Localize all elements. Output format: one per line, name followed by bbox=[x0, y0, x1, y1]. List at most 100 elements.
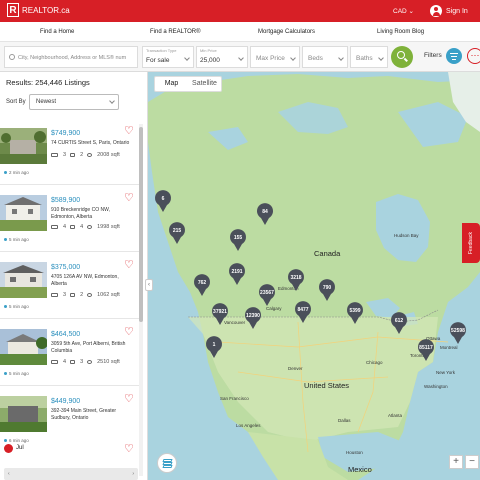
favorite-heart-icon[interactable]: ♡ bbox=[124, 442, 134, 455]
listing-time: 5 min ago bbox=[4, 237, 29, 242]
zoom-controls: + − bbox=[449, 455, 479, 469]
next-listing-peek: Jul ♡ bbox=[0, 442, 140, 456]
pagination-bar[interactable]: ‹ › bbox=[4, 468, 138, 480]
cluster-count: 790 bbox=[323, 285, 332, 291]
beds-select[interactable]: Beds bbox=[302, 46, 348, 68]
realtor-logo[interactable]: R REALTOR.ca bbox=[7, 3, 70, 17]
cluster-count: 215 bbox=[173, 228, 182, 234]
map-label-place: New York bbox=[436, 370, 456, 375]
nav-find-home[interactable]: Find a Home bbox=[40, 29, 74, 35]
listing-card[interactable]: $749,900 74 CURTIS Street S, Paris, Onta… bbox=[0, 126, 140, 195]
listing-baths: 2 bbox=[80, 152, 84, 158]
results-panel: Results: 254,446 Listings Sort By Newest… bbox=[0, 72, 148, 480]
baths-placeholder: Baths bbox=[356, 55, 373, 62]
search-bar: City, Neighbourhood, Address or MLS® num… bbox=[0, 42, 480, 72]
sort-select[interactable]: Newest bbox=[29, 94, 119, 110]
map-label-place: Los Angeles bbox=[236, 423, 261, 428]
map-label-place: Houston bbox=[346, 450, 363, 455]
map-label-place: Atlanta bbox=[388, 413, 403, 418]
favorite-heart-icon[interactable]: ♡ bbox=[124, 126, 134, 137]
tab-satellite[interactable]: Satellite bbox=[188, 77, 221, 91]
listing-price: $449,900 bbox=[51, 398, 81, 405]
max-price-placeholder: Max Price bbox=[256, 55, 285, 62]
bath-icon bbox=[70, 293, 76, 297]
bed-icon bbox=[51, 225, 58, 229]
map-label-place: Chicago bbox=[366, 360, 383, 365]
baths-select[interactable]: Baths bbox=[350, 46, 388, 68]
tab-map[interactable]: Map bbox=[155, 77, 188, 91]
layers-icon[interactable] bbox=[157, 453, 177, 473]
chevron-down-icon bbox=[338, 55, 344, 61]
listing-sqft: 1998 sqft bbox=[97, 224, 120, 230]
chevron-right-icon[interactable]: › bbox=[132, 468, 134, 480]
listing-time: 6 min ago bbox=[4, 438, 29, 443]
listing-baths: 3 bbox=[80, 359, 84, 365]
cluster-count: 52598 bbox=[451, 328, 465, 334]
listing-price: $464,500 bbox=[51, 331, 81, 338]
map-label-country: Mexico bbox=[348, 465, 372, 474]
listing-card[interactable]: $375,000 4705 126A AV NW, Edmonton, Albe… bbox=[0, 260, 140, 329]
listing-sqft: 1062 sqft bbox=[97, 292, 120, 298]
new-dot-icon bbox=[4, 171, 7, 174]
max-price-select[interactable]: Max Price bbox=[250, 46, 300, 68]
listing-address: 4705 126A AV NW, Edmonton, Alberta bbox=[51, 274, 119, 287]
cluster-count: 762 bbox=[198, 280, 207, 286]
favorite-heart-icon[interactable]: ♡ bbox=[124, 193, 134, 204]
zoom-in-button[interactable]: + bbox=[449, 455, 463, 469]
chevron-left-icon[interactable]: ‹ bbox=[8, 468, 10, 480]
search-button[interactable] bbox=[391, 46, 413, 68]
map-label-place: Denver bbox=[288, 366, 303, 371]
scrollbar-thumb[interactable] bbox=[139, 127, 143, 322]
favorite-heart-icon[interactable]: ♡ bbox=[124, 327, 134, 338]
filter-icon[interactable] bbox=[446, 48, 462, 64]
favorite-heart-icon[interactable]: ♡ bbox=[124, 394, 134, 405]
listing-price: $375,000 bbox=[51, 264, 81, 271]
chevron-down-icon bbox=[290, 55, 296, 61]
listing-address: 3059 5th Ave, Port Alberni, British Colu… bbox=[51, 341, 126, 354]
cluster-count: 1 bbox=[213, 342, 216, 348]
collapse-sidebar-button[interactable]: ‹ bbox=[145, 279, 153, 291]
min-price-select[interactable]: Min Price 25,000 bbox=[196, 46, 248, 68]
cluster-count: 37921 bbox=[213, 309, 227, 315]
min-price-value: 25,000 bbox=[200, 57, 220, 64]
bath-icon bbox=[70, 360, 76, 364]
listing-photo bbox=[0, 262, 47, 298]
area-icon bbox=[87, 360, 93, 364]
results-scrollbar[interactable] bbox=[139, 124, 143, 476]
listing-photo bbox=[0, 396, 47, 432]
new-dot-icon bbox=[4, 372, 7, 375]
listing-price: $749,900 bbox=[51, 130, 81, 137]
chevron-down-icon: ⌄ bbox=[408, 8, 414, 15]
user-icon bbox=[430, 5, 442, 17]
cluster-count: 2191 bbox=[231, 269, 242, 275]
listing-address: 74 CURTIS Street S, Paris, Ontario bbox=[51, 140, 130, 146]
map-view[interactable]: Canada United States Mexico Hudson Bay C… bbox=[148, 72, 480, 480]
nav-mortgage-calculators[interactable]: Mortgage Calculators bbox=[258, 29, 315, 35]
map-label-country: Canada bbox=[314, 249, 341, 258]
location-search-input[interactable]: City, Neighbourhood, Address or MLS® num bbox=[4, 46, 138, 68]
bed-icon bbox=[51, 293, 58, 297]
more-icon[interactable]: ⋯ bbox=[467, 48, 480, 64]
transaction-type-value: For sale bbox=[146, 57, 170, 64]
zoom-out-button[interactable]: − bbox=[465, 455, 479, 469]
listing-meta: 4 3 2510 sqft bbox=[51, 359, 120, 365]
listing-sqft: 2008 sqft bbox=[97, 152, 120, 158]
cluster-count: 155 bbox=[234, 235, 243, 241]
cluster-count: 5399 bbox=[349, 308, 360, 314]
cluster-count: 6 bbox=[162, 196, 165, 202]
nav-find-realtor[interactable]: Find a REALTOR® bbox=[150, 29, 201, 35]
new-dot-icon bbox=[4, 305, 7, 308]
nav-living-room-blog[interactable]: Living Room Blog bbox=[377, 29, 424, 35]
new-listing-dot-icon bbox=[4, 444, 13, 453]
currency-selector[interactable]: CAD ⌄ bbox=[393, 7, 414, 15]
filters-label[interactable]: Filters bbox=[424, 52, 442, 59]
map-canvas[interactable]: Canada United States Mexico Hudson Bay C… bbox=[148, 72, 480, 480]
listing-card[interactable]: $589,900 910 Breckenridge CO NW, Edmonto… bbox=[0, 193, 140, 262]
cluster-count: 85117 bbox=[419, 345, 433, 351]
sign-in-button[interactable]: Sign In bbox=[430, 5, 468, 17]
favorite-heart-icon[interactable]: ♡ bbox=[124, 260, 134, 271]
feedback-tab[interactable]: Feedback bbox=[462, 223, 480, 263]
listing-card[interactable]: $464,500 3059 5th Ave, Port Alberni, Bri… bbox=[0, 327, 140, 396]
results-count: Results: 254,446 Listings bbox=[6, 78, 90, 87]
transaction-type-select[interactable]: Transaction Type For sale bbox=[142, 46, 194, 68]
